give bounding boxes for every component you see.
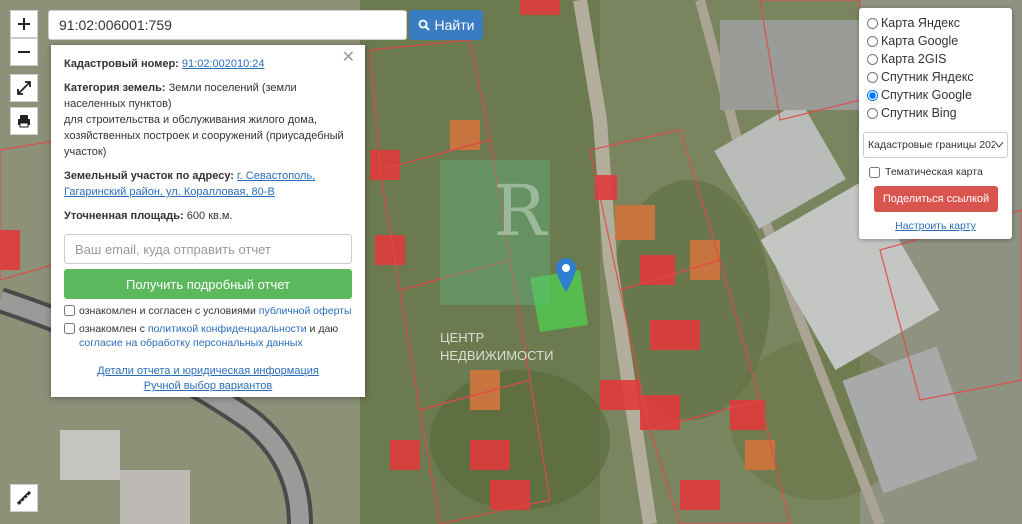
layer-radio[interactable] [867,89,878,101]
minus-icon [18,51,30,53]
share-link-button[interactable]: Поделиться ссылкой [874,186,998,212]
area-value: 600 кв.м. [186,210,233,222]
email-input[interactable] [64,234,352,264]
layer-radio[interactable] [867,17,878,29]
search-icon [418,19,430,31]
layer-option[interactable]: Спутник Bing [867,104,1004,122]
cadastral-label: Кадастровый номер: [64,58,179,70]
close-icon[interactable]: ✕ [342,50,355,66]
thematic-map-label: Тематическая карта [885,166,983,178]
layer-option-label: Карта 2GIS [881,52,947,66]
area-label: Уточненная площадь: [64,210,184,222]
search-button-label: Найти [434,17,475,33]
svg-text:R: R [494,170,549,252]
get-report-button[interactable]: Получить подробный отчет [64,269,352,299]
privacy-consent-label: ознакомлен с политикой конфиденциальност… [79,323,339,349]
manual-selection-link[interactable]: Ручной выбор вариантов [144,380,272,392]
watermark-line1: ЦЕНТР [440,330,484,345]
cadastral-borders-select[interactable]: Кадастровые границы 2024 [863,132,1008,158]
layer-option-label: Карта Яндекс [881,16,960,30]
print-button[interactable] [10,107,38,135]
privacy-consent-checkbox[interactable] [64,323,75,334]
layer-option[interactable]: Карта Яндекс [867,14,1004,32]
report-details-link[interactable]: Детали отчета и юридическая информация [97,365,319,377]
cadastral-number-link[interactable]: 91:02:002010:24 [182,58,265,70]
personal-data-link[interactable]: согласие на обработку персональных данны… [79,337,303,349]
expand-icon [17,81,31,95]
plus-icon [18,18,30,30]
purpose-value: для строительства и обслуживания жилого … [64,114,344,158]
map-layers-panel: Карта Яндекс Карта Google Карта 2GIS Спутни… [859,8,1012,239]
layer-radio[interactable] [867,35,878,47]
parcel-info-popup: ✕ Кадастровый номер: 91:02:002010:24 Кат… [51,45,365,397]
zoom-in-button[interactable] [10,10,38,38]
layer-option-label: Спутник Яндекс [881,70,974,84]
address-label: Земельный участок по адресу: [64,170,234,182]
thematic-map-checkbox[interactable] [869,166,880,178]
privacy-policy-link[interactable]: политикой конфиденциальности [148,323,307,335]
zoom-out-button[interactable] [10,38,38,66]
layer-option[interactable]: Карта 2GIS [867,50,1004,68]
layer-option-label: Спутник Bing [881,106,957,120]
public-offer-link[interactable]: публичной оферты [259,305,352,317]
layer-option[interactable]: Карта Google [867,32,1004,50]
layer-option-label: Карта Google [881,34,959,48]
layer-radio[interactable] [867,53,878,65]
watermark-line2: НЕДВИЖИМОСТИ [440,348,553,363]
ruler-icon [16,490,32,506]
search-input[interactable] [48,10,407,40]
setup-map-link[interactable]: Настроить карту [867,220,1004,232]
layer-option[interactable]: Спутник Яндекс [867,68,1004,86]
layer-option-label: Спутник Google [881,88,972,102]
layer-option[interactable]: Спутник Google [867,86,1004,104]
category-label: Категория земель: [64,82,166,94]
chevron-down-icon [995,142,1003,148]
layer-radio[interactable] [867,107,878,119]
layer-radio[interactable] [867,71,878,83]
search-button[interactable]: Найти [409,10,483,40]
offer-consent-checkbox[interactable] [64,305,75,316]
printer-icon [18,115,30,128]
offer-consent-label: ознакомлен и согласен с условиями публич… [79,305,352,317]
fullscreen-button[interactable] [10,74,38,102]
ruler-button[interactable] [10,484,38,512]
